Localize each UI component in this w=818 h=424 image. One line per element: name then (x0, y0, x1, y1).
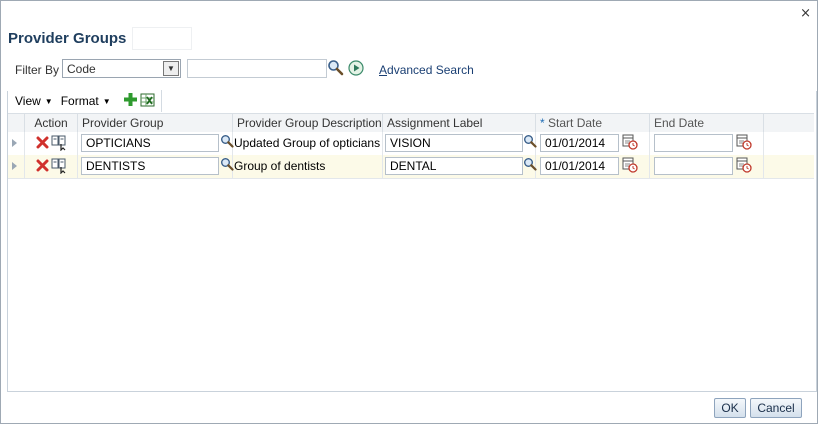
column-header-assignment-label[interactable]: Assignment Label (383, 114, 536, 132)
expand-icon[interactable] (12, 139, 17, 147)
column-header-action: Action (25, 114, 78, 132)
ok-button[interactable]: OK (714, 398, 746, 418)
expand-icon[interactable] (12, 162, 17, 170)
dropdown-arrow-icon[interactable]: ▼ (163, 61, 179, 76)
calendar-icon[interactable] (736, 134, 752, 153)
provider-group-input[interactable]: OPTICIANS (81, 134, 219, 152)
lov-search-icon[interactable] (523, 157, 537, 174)
assignment-label-input[interactable]: DENTAL (385, 157, 523, 175)
advanced-search-label: dvanced Search (387, 63, 474, 77)
format-menu-label: Format (60, 94, 99, 108)
column-header-start-date[interactable]: * Start Date (536, 114, 650, 132)
table-row[interactable]: OPTICIANS Updated Group of opticians VIS… (8, 132, 814, 156)
advanced-search-accesskey: A (379, 63, 388, 77)
column-header-provider-group[interactable]: Provider Group (78, 114, 233, 132)
calendar-icon[interactable] (622, 134, 638, 153)
provider-groups-dialog: × Provider Groups Filter By Code ▼ Advan… (0, 0, 818, 424)
duplicate-icon[interactable] (51, 158, 67, 177)
calendar-icon[interactable] (736, 157, 752, 176)
title-blank-box (132, 27, 192, 50)
lov-search-icon[interactable] (220, 134, 234, 151)
advanced-search-link[interactable]: Advanced Search (379, 63, 474, 77)
column-header-description[interactable]: Provider Group Description (233, 114, 383, 132)
go-icon[interactable] (348, 60, 364, 79)
delete-icon[interactable] (36, 136, 49, 152)
close-icon[interactable]: × (800, 6, 811, 21)
add-icon[interactable] (123, 92, 138, 110)
start-date-header-label: Start Date (548, 116, 603, 130)
provider-group-input[interactable]: DENTISTS (81, 157, 219, 175)
required-marker: * (540, 116, 545, 130)
filter-value-input[interactable] (187, 59, 327, 78)
chevron-down-icon: ▼ (44, 96, 53, 106)
chevron-down-icon: ▼ (102, 96, 111, 106)
start-date-input[interactable]: 01/01/2014 (540, 157, 619, 175)
view-menu[interactable]: View ▼ (7, 94, 61, 108)
end-date-input[interactable] (654, 134, 733, 152)
lov-search-icon[interactable] (523, 134, 537, 151)
calendar-icon[interactable] (622, 157, 638, 176)
filter-by-label: Filter By (15, 63, 60, 77)
column-header-end-date[interactable]: End Date (650, 114, 764, 132)
view-menu-label: View (15, 94, 41, 108)
duplicate-icon[interactable] (51, 135, 67, 154)
description-text: Group of dentists (234, 159, 326, 173)
expander-cell (8, 155, 25, 178)
assignment-label-input[interactable]: VISION (385, 134, 523, 152)
format-menu[interactable]: Format ▼ (61, 94, 119, 108)
description-text: Updated Group of opticians (234, 136, 381, 150)
table-header: Action Provider Group Provider Group Des… (8, 113, 814, 133)
delete-icon[interactable] (36, 159, 49, 175)
expander-header (8, 114, 25, 132)
page-title: Provider Groups (8, 30, 127, 47)
start-date-input[interactable]: 01/01/2014 (540, 134, 619, 152)
cancel-button[interactable]: Cancel (750, 398, 802, 418)
lov-search-icon[interactable] (220, 157, 234, 174)
search-icon[interactable] (327, 59, 344, 79)
expander-cell (8, 132, 25, 155)
filter-by-select[interactable]: Code ▼ (62, 59, 181, 78)
table-row[interactable]: DENTISTS Group of dentists DENTAL 01/01/… (8, 155, 814, 179)
table-toolbar: View ▼ Format ▼ (7, 90, 162, 112)
export-excel-icon[interactable] (140, 92, 156, 111)
end-date-input[interactable] (654, 157, 733, 175)
filter-by-selected-value: Code (67, 61, 96, 76)
